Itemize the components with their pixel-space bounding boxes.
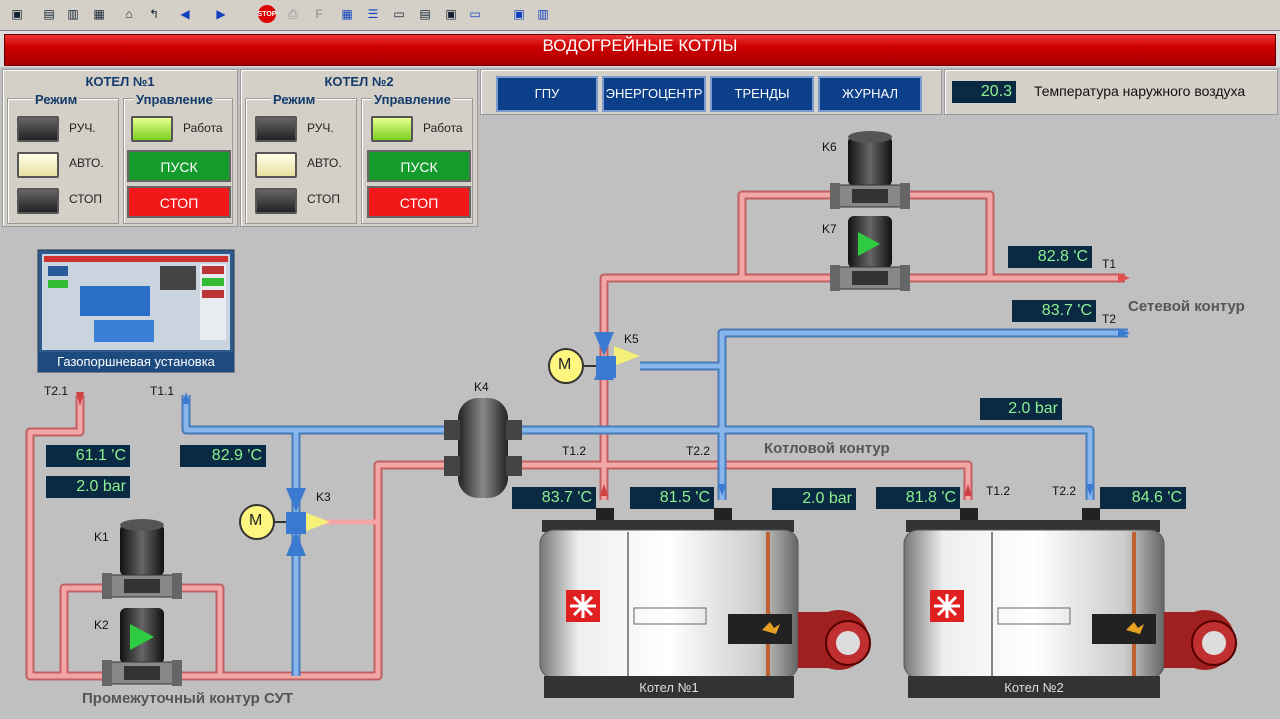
t1-temp-readout: 82.8 'C (1008, 246, 1092, 268)
pump-k7[interactable] (830, 216, 910, 291)
gpu-label[interactable]: Газопоршневая установка (38, 352, 234, 372)
tag-k3: K3 (316, 490, 331, 504)
boiler-pressure-readout: 2.0 bar (772, 488, 856, 510)
boiler1-t12-readout: 83.7 'C (512, 487, 596, 509)
boiler2-t22-readout: 84.6 'C (1100, 487, 1186, 509)
tag-t21: T2.1 (44, 384, 69, 398)
tag-b1-t22: T2.2 (686, 444, 711, 458)
tag-b1-t12: T1.2 (562, 444, 587, 458)
tag-b2-t12: T1.2 (986, 484, 1011, 498)
tag-k7: K7 (822, 222, 837, 236)
pump-k6[interactable] (830, 131, 910, 209)
tag-k2: K2 (94, 618, 109, 632)
pump-k1[interactable] (102, 519, 182, 599)
pump-k2[interactable] (102, 608, 182, 686)
boiler-logo-icon (566, 590, 600, 622)
boiler2-label: Котел №2 (1004, 680, 1064, 695)
network-circuit-label: Сетевой контур (1128, 298, 1245, 315)
motor-k3-label: M (249, 512, 263, 529)
intermediate-pressure-readout: 2.0 bar (46, 476, 130, 498)
separator-k4[interactable] (444, 398, 522, 498)
tag-t2: T2 (1102, 312, 1117, 326)
motor-k5-label: M (558, 356, 572, 373)
boiler1-t22-readout: 81.5 'C (630, 487, 714, 509)
intermediate-circuit-label: Промежуточный контур СУТ (82, 690, 294, 707)
boiler-circuit-label: Котловой контур (764, 440, 890, 457)
tag-t11: T1.1 (150, 384, 175, 398)
t2-temp-readout: 83.7 'C (1012, 300, 1096, 322)
boiler-logo-icon (930, 590, 964, 622)
tag-k6: K6 (822, 140, 837, 154)
t21-temp-readout: 61.1 'C (46, 445, 130, 467)
tag-k5: K5 (624, 332, 639, 346)
tag-t1: T1 (1102, 257, 1117, 271)
boiler-loop-pressure-readout: 2.0 bar (980, 398, 1062, 420)
t11-temp-readout: 82.9 'C (180, 445, 266, 467)
boiler1-label: Котел №1 (639, 680, 699, 695)
tag-k4: K4 (474, 380, 489, 394)
boiler2-t12-readout: 81.8 'C (876, 487, 960, 509)
tag-k1: K1 (94, 530, 109, 544)
tag-b2-t22: T2.2 (1052, 484, 1077, 498)
